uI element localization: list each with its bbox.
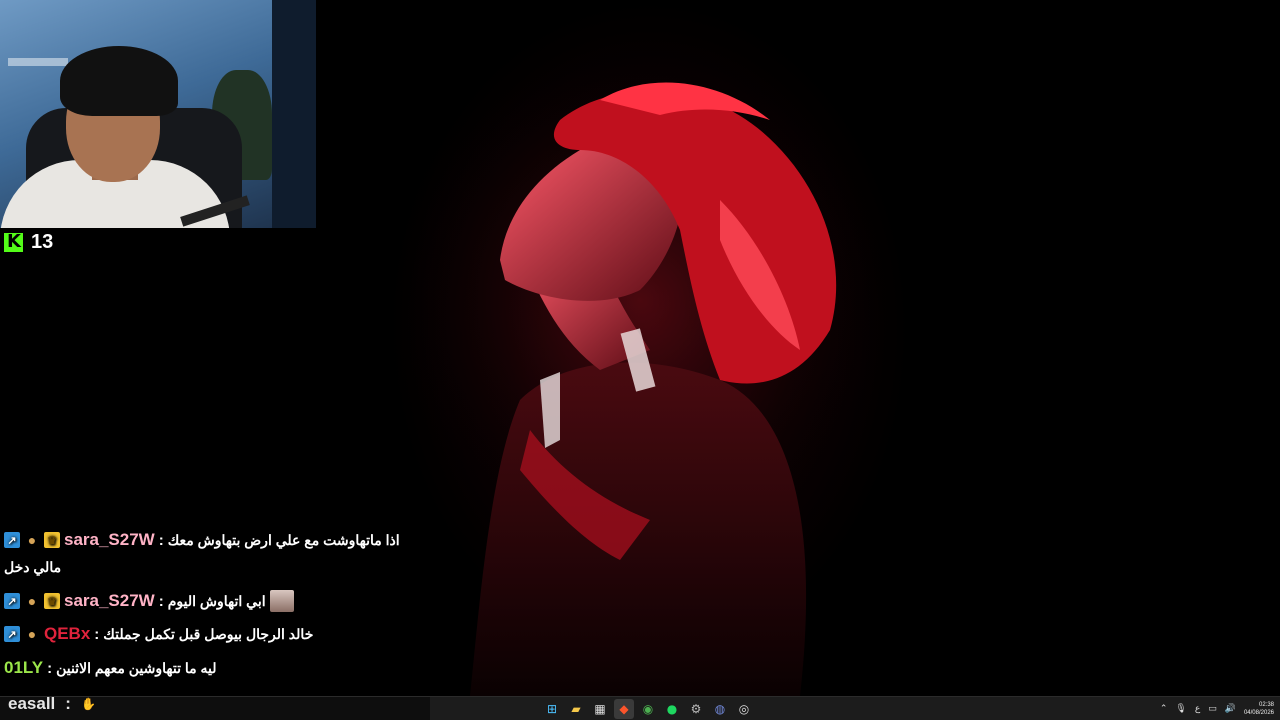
- chat-username[interactable]: sara_S27W: [64, 591, 155, 611]
- file-explorer-icon[interactable]: ▰: [566, 699, 586, 719]
- chat-username[interactable]: 01LY: [4, 658, 43, 678]
- chat-message-text: ليه ما تتهاوشين معهم الاثنين: [56, 659, 217, 676]
- webcam-overlay: [0, 0, 316, 228]
- chat-message: ↗ ● QEBx : خالد الرجال بيوصل قبل تكمل جم…: [4, 624, 313, 644]
- arrow-badge-icon: ↗: [4, 626, 20, 642]
- settings-icon[interactable]: ⚙: [686, 699, 706, 719]
- webcam-background-shelf: [8, 58, 68, 66]
- chat-message: ↗ ● ♛ sara_S27W : ابي اتهاوش اليوم: [4, 590, 294, 612]
- chat-message-text: اذا ماتهاوشت مع علي ارض بتهاوش معك: [167, 531, 400, 548]
- cookie-badge-icon: ●: [27, 532, 37, 548]
- discord-icon[interactable]: ◍: [710, 699, 730, 719]
- webcam-background-wall: [272, 0, 316, 228]
- taskbar-app-icons: ⊞ ▰ ▦ ◆ ◉ ● ⚙ ◍ ◎: [542, 699, 754, 719]
- obs-icon[interactable]: ◎: [734, 699, 754, 719]
- chat-message-continuation: مالي دخل: [4, 559, 62, 575]
- chat-message: ↗ ● ♛ sara_S27W : اذا ماتهاوشت مع علي ار…: [4, 530, 400, 550]
- chat-input-username: easall: [8, 694, 56, 713]
- follower-count: 13: [31, 230, 54, 253]
- chat-username[interactable]: sara_S27W: [64, 530, 155, 550]
- brave-browser-icon[interactable]: ◆: [614, 699, 634, 719]
- kick-follower-counter: 13: [4, 231, 53, 253]
- chrome-icon[interactable]: ◉: [638, 699, 658, 719]
- system-tray: ⌃ 🎙 ع ▭ 🔊 02:38 04/08/2026: [1160, 697, 1274, 720]
- taskbar-clock[interactable]: 02:38 04/08/2026: [1244, 701, 1274, 717]
- crown-badge-icon: ♛: [44, 593, 60, 609]
- microphone-icon[interactable]: 🎙: [1175, 704, 1186, 714]
- chat-emote-sticker: [269, 590, 294, 612]
- streamer-hair: [60, 46, 178, 116]
- tray-overflow-chevron-icon[interactable]: ⌃: [1160, 704, 1168, 714]
- volume-icon[interactable]: 🔊: [1225, 704, 1236, 714]
- clock-time: 02:38: [1258, 702, 1274, 708]
- network-icon[interactable]: ▭: [1208, 704, 1217, 714]
- chat-separator: :: [158, 531, 164, 549]
- input-method-indicator[interactable]: ع: [1195, 704, 1200, 714]
- windows-start-icon[interactable]: ⊞: [542, 699, 562, 719]
- windows-taskbar: ⊞ ▰ ▦ ◆ ◉ ● ⚙ ◍ ◎ ⌃ 🎙 ع ▭ 🔊 02:38 04/08/…: [0, 696, 1280, 720]
- chat-separator: :: [47, 659, 53, 677]
- chat-message: 01LY : ليه ما تتهاوشين معهم الاثنين: [4, 658, 217, 678]
- hand-emoji-icon: ✋: [80, 697, 96, 711]
- spotify-icon[interactable]: ●: [662, 699, 682, 719]
- cookie-badge-icon: ●: [27, 593, 37, 609]
- chat-input-row[interactable]: easall : ✋: [8, 694, 96, 714]
- chat-message-text: خالد الرجال بيوصل قبل تكمل جملتك: [103, 625, 314, 642]
- chat-separator: :: [158, 592, 164, 610]
- arrow-badge-icon: ↗: [4, 593, 20, 609]
- cookie-badge-icon: ●: [27, 626, 37, 642]
- chat-separator: :: [94, 625, 100, 643]
- kick-logo-icon: [4, 231, 23, 252]
- chat-input-separator: :: [65, 694, 71, 713]
- chat-username[interactable]: QEBx: [44, 624, 90, 644]
- crown-badge-icon: ♛: [44, 532, 60, 548]
- clock-date: 04/08/2026: [1243, 710, 1274, 716]
- calendar-app-icon[interactable]: ▦: [590, 699, 610, 719]
- chat-message-text: ابي اتهاوش اليوم: [167, 592, 266, 609]
- arrow-badge-icon: ↗: [4, 532, 20, 548]
